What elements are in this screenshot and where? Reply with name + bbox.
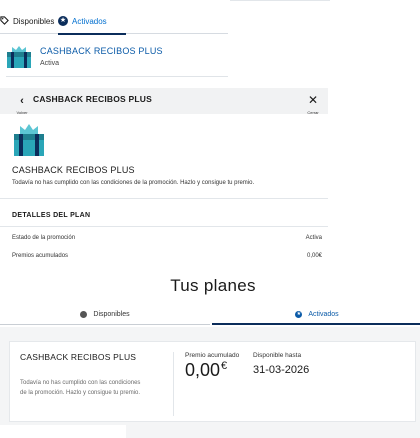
page-title: Tus planes bbox=[170, 276, 256, 295]
tab-activados-label: Activados bbox=[72, 16, 107, 26]
detail-title: CASHBACK RECIBOS PLUS bbox=[33, 94, 152, 104]
footer-strip bbox=[0, 425, 126, 438]
premio-currency: € bbox=[221, 360, 228, 372]
premio-value: 0,00€ bbox=[185, 360, 227, 381]
disponible-value: 31-03-2026 bbox=[253, 364, 310, 376]
close-button[interactable]: ✕ Cerrar bbox=[302, 91, 324, 115]
plan-status: Activa bbox=[40, 60, 60, 67]
plan-description: Todavía no has cumplido con las condicio… bbox=[12, 180, 255, 186]
close-label: Cerrar bbox=[307, 110, 319, 115]
circle-icon bbox=[80, 311, 88, 318]
plan-list-item[interactable]: CASHBACK RECIBOS PLUS Activa bbox=[6, 44, 226, 76]
plan-card-description: Todavía no has cumplido con las condicio… bbox=[20, 380, 141, 396]
detail-row-key: Premios acumulados bbox=[12, 253, 69, 259]
tab-disponibles-label: Disponibles bbox=[13, 16, 55, 26]
back-button[interactable]: ‹ Volver bbox=[8, 91, 36, 116]
divider bbox=[0, 226, 328, 227]
plan-detail-panel: ‹ Volver CASHBACK RECIBOS PLUS ✕ Cerrar … bbox=[0, 88, 328, 266]
divider bbox=[6, 76, 228, 77]
details-heading: DETALLES DEL PLAN bbox=[12, 212, 91, 219]
plan-card-title: CASHBACK RECIBOS PLUS bbox=[20, 352, 137, 362]
plan-name: CASHBACK RECIBOS PLUS bbox=[12, 165, 135, 175]
tab-activados[interactable]: ★ Activados bbox=[212, 305, 420, 325]
tab-activados[interactable]: ★ Activados bbox=[58, 8, 126, 35]
disponible-label: Disponible hasta bbox=[253, 352, 302, 359]
gift-icon bbox=[6, 44, 32, 68]
chevron-left-icon: ‹ bbox=[20, 95, 24, 107]
premio-amount: 0,00 bbox=[185, 360, 221, 380]
tab-disponibles[interactable]: Disponibles bbox=[0, 305, 210, 325]
detail-row-value: 0,00€ bbox=[306, 253, 322, 259]
divider bbox=[173, 352, 174, 416]
tab-disponibles[interactable]: Disponibles bbox=[0, 8, 54, 34]
close-icon: ✕ bbox=[307, 93, 319, 107]
back-label: Volver bbox=[16, 110, 28, 115]
plan-title: CASHBACK RECIBOS PLUS bbox=[40, 46, 163, 56]
top-divider bbox=[230, 0, 330, 1]
detail-row-key: Estado de la promoción bbox=[12, 235, 76, 241]
tab-activados-label: Activados bbox=[308, 310, 339, 318]
gift-icon bbox=[12, 122, 46, 156]
desktop-tabs: Disponibles ★ Activados bbox=[0, 305, 420, 325]
plans-tabs: Disponibles ★ Activados bbox=[0, 8, 228, 35]
detail-row-value: Activa bbox=[305, 235, 322, 241]
premio-label: Premio acumulado bbox=[185, 352, 240, 359]
tag-icon bbox=[0, 15, 9, 27]
divider bbox=[0, 198, 328, 199]
detail-header: ‹ Volver CASHBACK RECIBOS PLUS ✕ Cerrar bbox=[0, 88, 328, 116]
plan-card[interactable]: CASHBACK RECIBOS PLUS Todavía no has cum… bbox=[9, 341, 416, 422]
star-icon: ★ bbox=[295, 310, 303, 318]
plans-list-panel: Disponibles ★ Activados CASHBACK RECIBOS… bbox=[0, 0, 228, 90]
tab-disponibles-label: Disponibles bbox=[93, 311, 130, 318]
active-tab-indicator bbox=[58, 33, 126, 35]
star-icon: ★ bbox=[58, 16, 68, 26]
